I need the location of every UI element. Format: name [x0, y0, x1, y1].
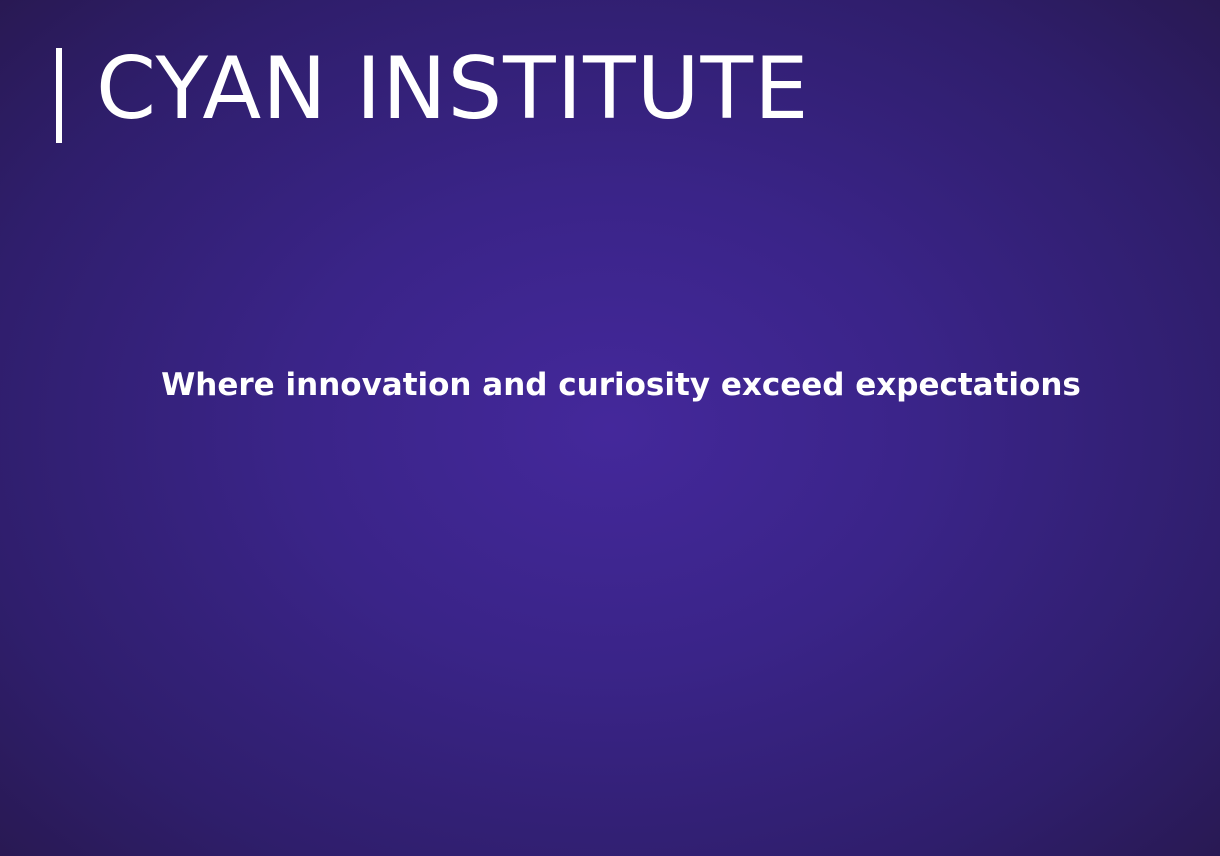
title-slide: CYAN INSTITUTE Where innovation and curi… — [0, 0, 1220, 856]
title-accent-bar — [56, 48, 62, 143]
slide-tagline: Where innovation and curiosity exceed ex… — [161, 367, 1081, 403]
slide-title: CYAN INSTITUTE — [96, 39, 810, 139]
